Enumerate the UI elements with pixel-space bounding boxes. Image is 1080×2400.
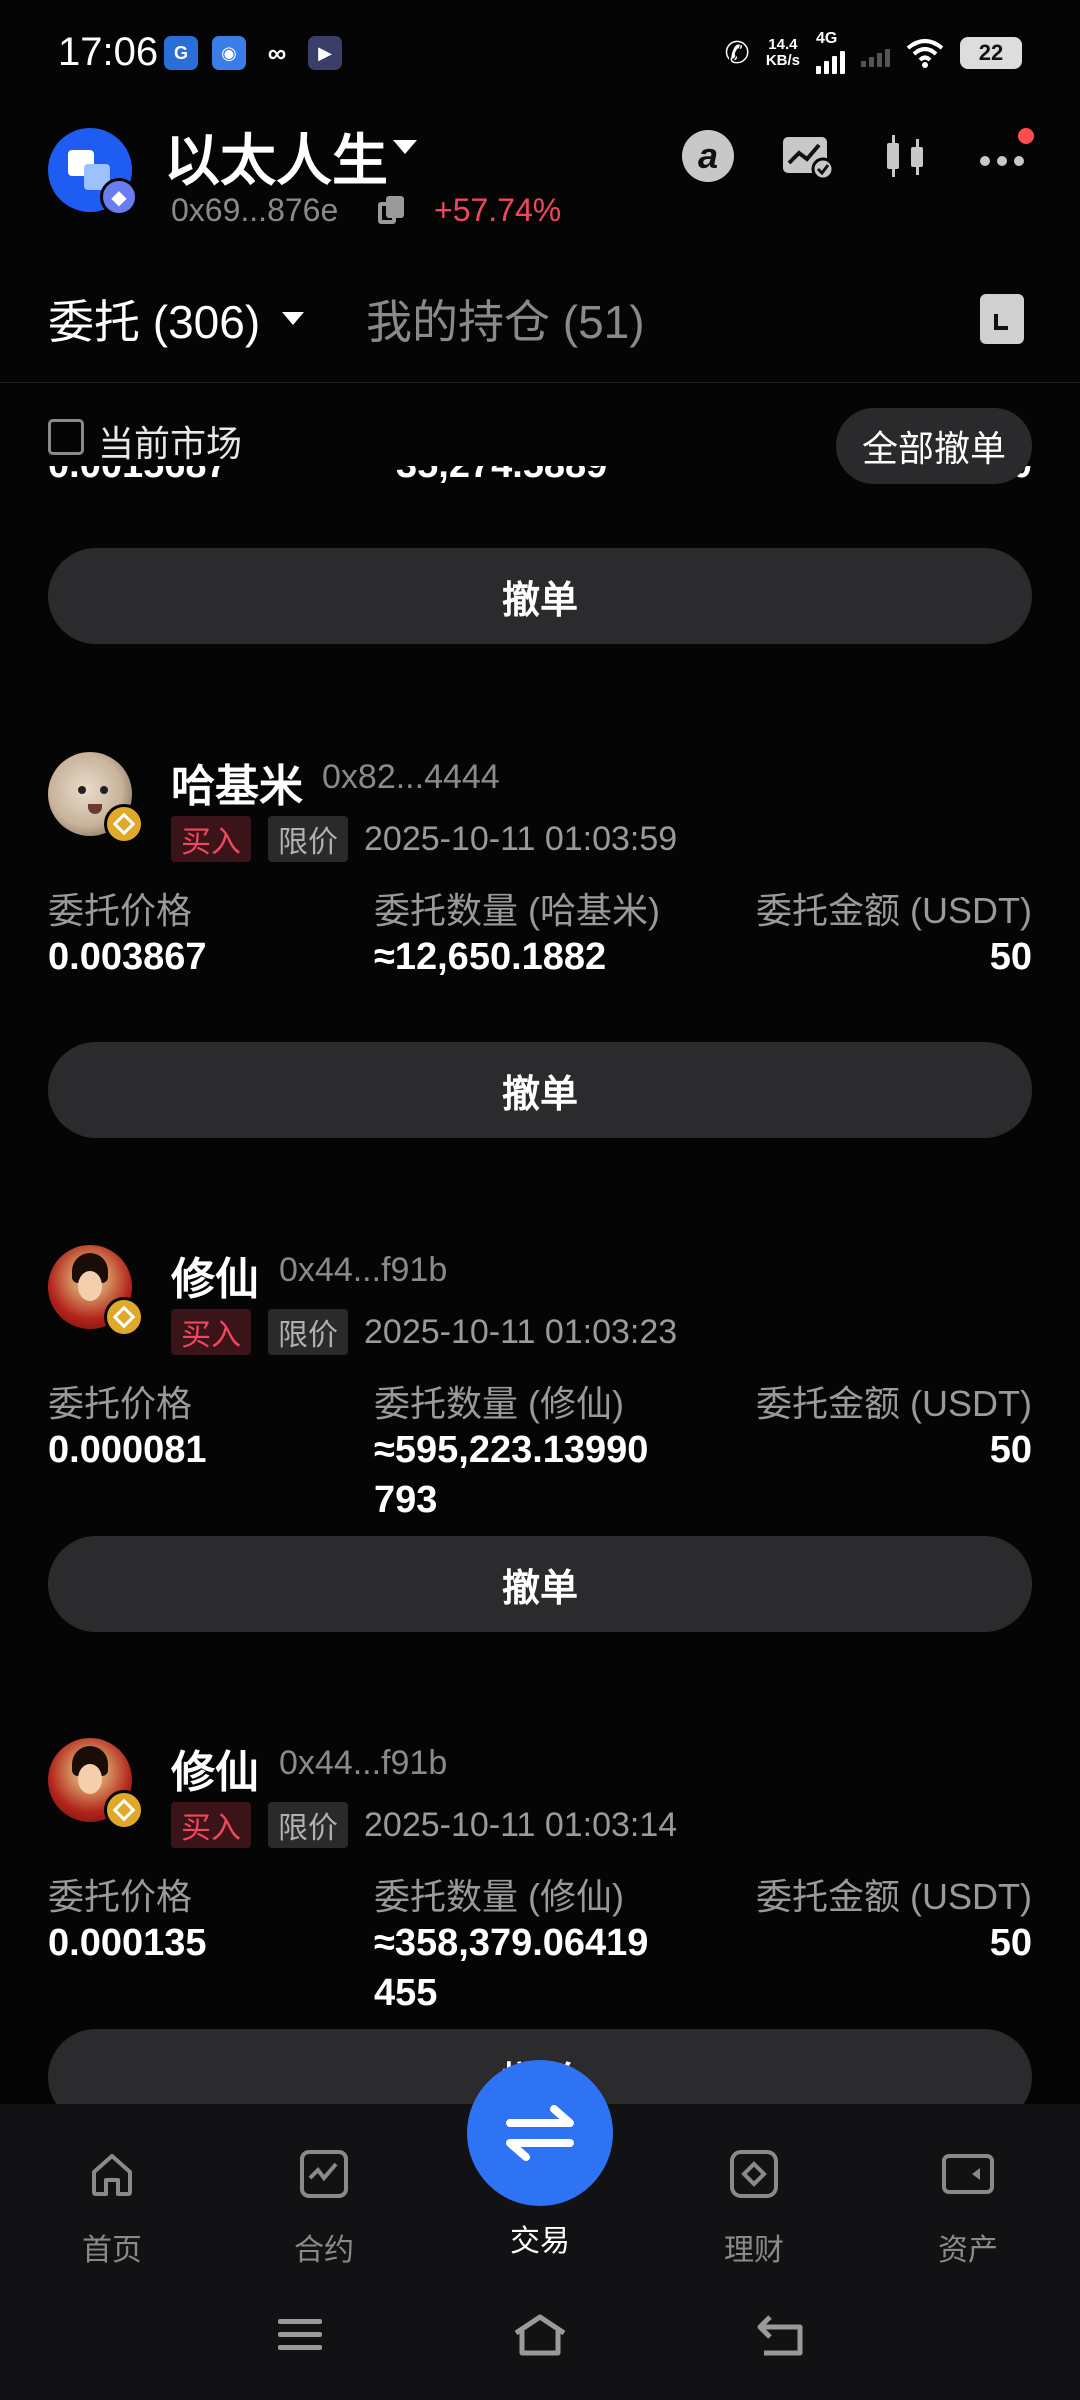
nav-contract[interactable]: 合约: [254, 2146, 394, 2269]
order-price: 0.003867: [48, 936, 207, 978]
chart-icon[interactable]: [778, 126, 838, 186]
wallet-address: 0x69...876e: [171, 192, 339, 228]
order-type-badge: 限价: [268, 816, 348, 862]
order-price: 0.000081: [48, 1429, 207, 1471]
order-type-badge: 限价: [268, 1309, 348, 1355]
system-home-icon[interactable]: [508, 2310, 572, 2360]
token-address: 0x44...f91b: [279, 1251, 448, 1289]
order-quantity: ≈12,650.1882: [374, 936, 607, 978]
side-badge: 买入: [171, 816, 251, 862]
ai-icon[interactable]: a: [678, 126, 738, 186]
app-notification-icon: G: [164, 36, 198, 70]
link-notification-icon: ∞: [267, 37, 287, 68]
network-speed: 14.4 KB/s: [765, 36, 800, 69]
order-quantity: ≈595,223.13990 793: [374, 1429, 649, 1521]
price-label: 委托价格: [48, 1876, 193, 1917]
wallet-icon: [942, 2154, 994, 2194]
cell-signal-icon: 4G: [816, 31, 845, 74]
bnb-chain-icon: [104, 804, 144, 844]
order-amount: 50: [989, 1922, 1032, 1964]
wallet-avatar[interactable]: ◆: [48, 128, 138, 216]
order-amount: 50: [989, 936, 1032, 978]
order-time: 2025-10-11 01:03:23: [364, 1313, 678, 1351]
copy-icon[interactable]: [378, 196, 404, 224]
order-time: 2025-10-11 01:03:14: [364, 1806, 678, 1844]
orders-dropdown-icon[interactable]: [282, 312, 304, 325]
price-label: 委托价格: [48, 890, 193, 931]
history-icon[interactable]: [980, 294, 1024, 344]
system-back-icon[interactable]: [752, 2310, 812, 2360]
home-icon: [92, 2154, 132, 2196]
nav-trade-label[interactable]: 交易: [467, 2216, 613, 2260]
bnb-chain-icon: [104, 1297, 144, 1337]
wifi-icon: [906, 39, 944, 68]
token-address: 0x44...f91b: [279, 1744, 448, 1782]
status-indicators: ✆ 14.4 KB/s 4G 22: [724, 31, 1022, 74]
nav-finance[interactable]: 理财: [684, 2146, 824, 2269]
swap-icon: [506, 2105, 574, 2161]
cell-signal-2-icon: [861, 39, 890, 67]
tab-positions[interactable]: 我的持仓 (51): [366, 286, 645, 352]
status-time: 17:06: [58, 30, 159, 74]
token-name[interactable]: 哈基米: [171, 750, 303, 814]
side-badge: 买入: [171, 1802, 251, 1848]
system-menu-icon[interactable]: [270, 2310, 330, 2360]
wallet-pnl: +57.74%: [434, 192, 562, 228]
current-market-checkbox[interactable]: [48, 419, 84, 455]
nav-home[interactable]: 首页: [42, 2146, 182, 2269]
cancel-all-button[interactable]: 全部撤单: [835, 408, 1032, 484]
wallet-dropdown-icon[interactable]: [393, 140, 417, 154]
tab-orders[interactable]: 委托 (306): [48, 286, 260, 352]
order-quantity: ≈358,379.06419 455: [374, 1922, 649, 2014]
token-name[interactable]: 修仙: [171, 1243, 259, 1307]
divider: [0, 382, 1080, 383]
nav-assets[interactable]: 资产: [898, 2146, 1038, 2269]
ethereum-icon: ◆: [100, 178, 138, 216]
amount-label: 委托金额 (USDT): [756, 890, 1032, 931]
status-bar: 17:06 G ◉ ∞ ▶ ✆ 14.4 KB/s 4G 22: [0, 0, 1080, 110]
price-label: 委托价格: [48, 1383, 193, 1424]
order-price: 0.000135: [48, 1922, 207, 1964]
candlestick-icon[interactable]: [876, 126, 936, 186]
current-market-label: 当前市场: [98, 423, 243, 464]
quantity-label: 委托数量 (修仙): [374, 1876, 624, 1917]
cancel-order-button[interactable]: 撤单: [48, 1042, 1032, 1138]
side-badge: 买入: [171, 1309, 251, 1355]
quantity-label: 委托数量 (修仙): [374, 1383, 624, 1424]
wallet-name[interactable]: 以太人生: [164, 116, 388, 197]
quantity-label: 委托数量 (哈基米): [374, 890, 660, 931]
order-time: 2025-10-11 01:03:59: [364, 820, 678, 858]
token-address: 0x82...4444: [322, 758, 500, 796]
battery-icon: 22: [960, 37, 1022, 69]
amount-label: 委托金额 (USDT): [756, 1383, 1032, 1424]
cancel-order-button[interactable]: 撤单: [48, 1536, 1032, 1632]
finance-icon: [730, 2150, 778, 2198]
cancel-order-button[interactable]: 撤单: [48, 548, 1032, 644]
play-notification-icon: ▶: [308, 36, 342, 70]
order-type-badge: 限价: [268, 1802, 348, 1848]
order-amount: 50: [989, 1429, 1032, 1471]
token-name[interactable]: 修仙: [171, 1736, 259, 1800]
more-icon[interactable]: [972, 126, 1034, 186]
baidu-notification-icon: ◉: [212, 36, 246, 70]
contract-icon: [300, 2150, 348, 2198]
notification-dot: [1018, 128, 1034, 144]
amount-label: 委托金额 (USDT): [756, 1876, 1032, 1917]
bnb-chain-icon: [104, 1790, 144, 1830]
wifi-call-icon: ✆: [724, 36, 750, 70]
notification-icons: G ◉ ∞ ▶: [164, 36, 342, 70]
trade-button[interactable]: [467, 2060, 613, 2206]
